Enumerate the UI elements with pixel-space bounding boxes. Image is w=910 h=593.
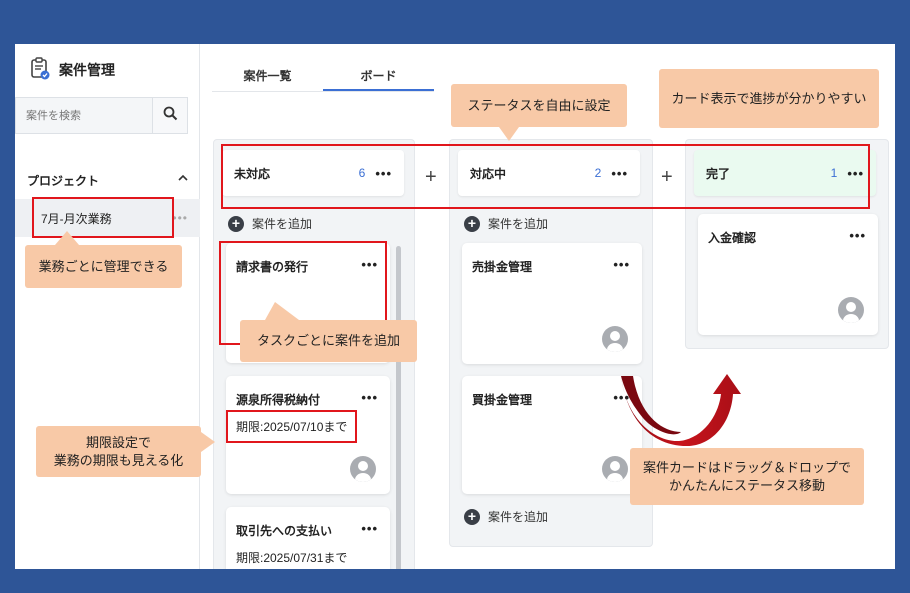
highlight-project xyxy=(32,197,174,238)
card-due-date: 期限:2025/07/31まで xyxy=(236,551,348,565)
callout-project-text: 業務ごとに管理できる xyxy=(38,258,169,274)
callout-deadline-line2: 業務の期限も見える化 xyxy=(53,452,184,468)
callout-status: ステータスを自由に設定 xyxy=(451,84,627,127)
callout-task: タスクごとに案件を追加 xyxy=(240,320,417,362)
case-card[interactable]: 売掛金管理 ••• xyxy=(462,243,642,364)
callout-drag: 案件カードはドラッグ＆ドロップで かんたんにステータス移動 xyxy=(630,448,864,505)
plus-circle-icon: + xyxy=(228,215,244,232)
search-button[interactable] xyxy=(152,98,187,133)
plus-circle-icon: + xyxy=(464,508,480,525)
callout-card-view-text: カード表示で進捗が分かりやすい xyxy=(671,90,867,106)
avatar-icon[interactable] xyxy=(602,456,628,482)
callout-card-view: カード表示で進捗が分かりやすい xyxy=(659,69,879,128)
project-section-header[interactable]: プロジェクト xyxy=(27,172,189,189)
avatar-icon[interactable] xyxy=(838,297,864,323)
chevron-up-icon[interactable] xyxy=(177,172,189,189)
search-box xyxy=(15,97,188,134)
app-title: 案件管理 xyxy=(29,56,115,83)
callout-pointer xyxy=(265,302,299,320)
highlight-due-date xyxy=(226,410,357,443)
search-input[interactable] xyxy=(16,98,152,133)
card-title: 売掛金管理 xyxy=(472,260,533,274)
add-case-label: 案件を追加 xyxy=(252,217,313,231)
callout-status-text: ステータスを自由に設定 xyxy=(467,97,611,113)
add-case-label: 案件を追加 xyxy=(488,510,549,524)
more-icon[interactable]: ••• xyxy=(849,228,866,243)
callout-pointer xyxy=(201,432,215,452)
project-section-label: プロジェクト xyxy=(27,174,100,188)
avatar-icon[interactable] xyxy=(350,456,376,482)
tab-list[interactable]: 案件一覧 xyxy=(212,58,323,91)
more-icon[interactable]: ••• xyxy=(361,521,378,536)
search-icon xyxy=(163,106,178,126)
case-card[interactable]: 入金確認 ••• xyxy=(698,214,878,335)
callout-pointer xyxy=(55,231,79,245)
add-case-button[interactable]: + 案件を追加 xyxy=(464,215,548,232)
callout-deadline-line1: 期限設定で xyxy=(85,434,151,450)
tab-board[interactable]: ボード xyxy=(323,58,434,91)
card-title: 入金確認 xyxy=(708,231,757,245)
callout-drag-line1: 案件カードはドラッグ＆ドロップで xyxy=(642,459,851,475)
column-scrollbar[interactable] xyxy=(396,246,401,569)
drag-arrow-icon xyxy=(621,374,741,446)
app-title-text: 案件管理 xyxy=(59,61,115,78)
app-window: 案件管理 プロジェクト 7月-月次業務 ••• 案件一覧 ボード xyxy=(15,44,895,569)
more-icon[interactable]: ••• xyxy=(613,257,630,272)
card-title: 源泉所得税納付 xyxy=(236,393,321,407)
add-case-label: 案件を追加 xyxy=(488,217,549,231)
highlight-status-row xyxy=(221,144,870,209)
plus-circle-icon: + xyxy=(464,215,480,232)
callout-deadline: 期限設定で 業務の期限も見える化 xyxy=(36,426,201,477)
callout-task-text: タスクごとに案件を追加 xyxy=(256,333,400,349)
callout-drag-line2: かんたんにステータス移動 xyxy=(668,477,825,493)
case-card[interactable]: 取引先への支払い ••• 期限:2025/07/31まで xyxy=(226,507,390,569)
more-icon[interactable]: ••• xyxy=(172,211,188,225)
card-title: 買掛金管理 xyxy=(472,393,533,407)
add-case-button-bottom[interactable]: + 案件を追加 xyxy=(464,508,548,525)
clipboard-check-icon xyxy=(29,56,51,83)
add-case-button[interactable]: + 案件を追加 xyxy=(228,215,312,232)
view-tabs: 案件一覧 ボード xyxy=(212,58,434,92)
callout-project: 業務ごとに管理できる xyxy=(25,245,182,288)
avatar-icon[interactable] xyxy=(602,326,628,352)
more-icon[interactable]: ••• xyxy=(361,390,378,405)
sidebar: 案件管理 プロジェクト 7月-月次業務 ••• xyxy=(15,44,200,569)
callout-pointer xyxy=(499,127,519,141)
card-title: 取引先への支払い xyxy=(236,524,333,538)
